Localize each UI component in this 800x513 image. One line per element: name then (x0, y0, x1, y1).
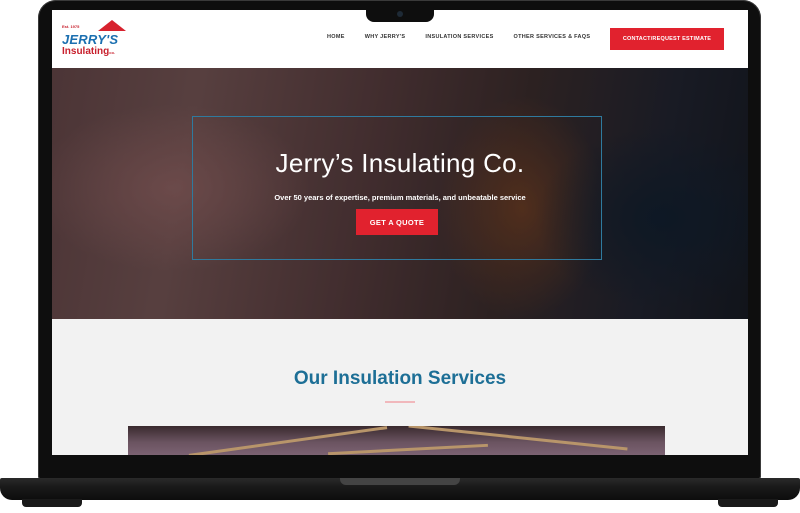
nav-insulation-services[interactable]: INSULATION SERVICES (425, 34, 493, 40)
logo-name: JERRY'S (62, 32, 119, 47)
hero-frame (192, 116, 602, 260)
site-logo[interactable]: Est. 1975 JERRY'S Insulatingco. (62, 20, 137, 60)
roof-icon (98, 20, 126, 31)
laptop-base (0, 478, 800, 500)
rafter (328, 443, 488, 455)
browser-screen: Est. 1975 JERRY'S Insulatingco. HOME WHY… (52, 10, 748, 455)
services-title: Our Insulation Services (293, 368, 507, 389)
logo-established: Est. 1975 (62, 24, 80, 29)
hero-subtitle: Over 50 years of expertise, premium mate… (274, 193, 526, 202)
title-underline (385, 401, 415, 403)
hero-section: Jerry’s Insulating Co. Over 50 years of … (52, 68, 748, 319)
hero-title: Jerry’s Insulating Co. (275, 148, 525, 178)
trackpad-notch (340, 478, 460, 485)
get-quote-button[interactable]: GET A QUOTE (356, 209, 438, 235)
logo-co: co. (109, 50, 116, 55)
nav-why-jerrys[interactable]: WHY JERRY'S (365, 34, 406, 40)
attic-image (128, 426, 665, 455)
laptop-foot (718, 499, 778, 507)
logo-sub-text: Insulating (62, 46, 110, 57)
main-nav: HOME WHY JERRY'S INSULATION SERVICES OTH… (327, 34, 590, 40)
laptop-foot (22, 499, 82, 507)
camera-notch (366, 8, 434, 22)
contact-estimate-button[interactable]: CONTACT/REQUEST ESTIMATE (610, 28, 724, 50)
logo-subtitle: Insulatingco. (62, 46, 115, 57)
nav-other-services[interactable]: OTHER SERVICES & FAQS (514, 34, 591, 40)
camera-icon (397, 11, 403, 17)
nav-home[interactable]: HOME (327, 34, 345, 40)
services-section: Our Insulation Services (52, 319, 748, 455)
